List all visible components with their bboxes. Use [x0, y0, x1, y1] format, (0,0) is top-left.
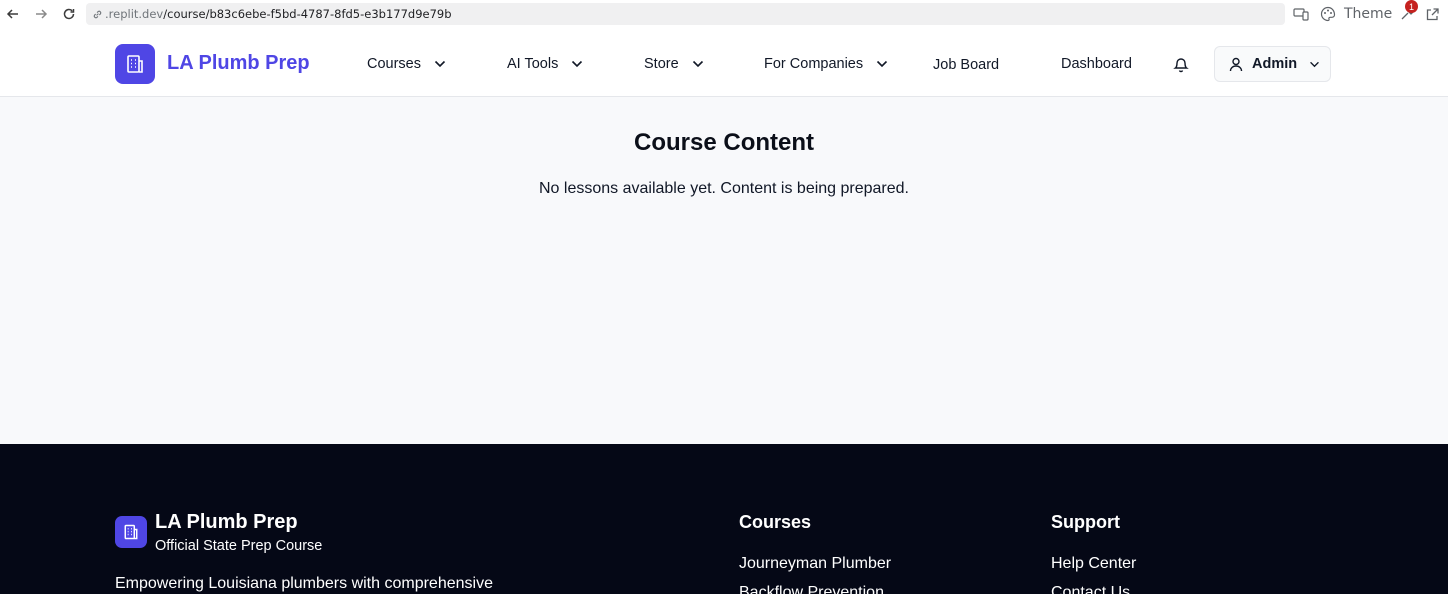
footer-brand: LA Plumb Prep [155, 511, 298, 533]
footer-link-help-center[interactable]: Help Center [1051, 555, 1136, 573]
chevron-down-icon [691, 57, 705, 71]
main-content: Course Content No lessons available yet.… [0, 97, 1448, 444]
url-host: .replit.dev [105, 7, 164, 21]
chevron-down-icon [433, 57, 447, 71]
address-bar[interactable]: .replit.dev/course/b83c6ebe-f5bd-4787-8f… [86, 3, 1285, 25]
nav-courses-label: Courses [367, 56, 421, 72]
footer-tagline: Official State Prep Course [155, 538, 323, 554]
page-title: Course Content [634, 129, 814, 156]
chevron-down-icon [570, 57, 584, 71]
logo-icon[interactable] [115, 44, 155, 84]
brand-name[interactable]: LA Plumb Prep [167, 52, 310, 75]
footer-support-heading: Support [1051, 512, 1120, 532]
site-footer: LA Plumb Prep Official State Prep Course… [0, 444, 1448, 594]
notification-count-badge: 1 [1405, 0, 1418, 13]
footer-link-journeyman[interactable]: Journeyman Plumber [739, 555, 891, 573]
theme-button[interactable]: Theme [1320, 4, 1392, 24]
nav-ai-tools[interactable]: AI Tools [507, 56, 584, 72]
footer-link-contact[interactable]: Contact Us [1051, 584, 1130, 594]
user-menu-label: Admin [1252, 56, 1298, 72]
footer-courses-heading: Courses [739, 512, 812, 532]
chevron-down-icon [875, 57, 889, 71]
nav-store-label: Store [644, 56, 679, 72]
nav-dashboard[interactable]: Dashboard [1061, 56, 1132, 72]
browser-toolbar: .replit.dev/course/b83c6ebe-f5bd-4787-8f… [0, 0, 1448, 28]
nav-for-companies-label: For Companies [764, 56, 864, 72]
url-path: /course/b83c6ebe-f5bd-4787-8fd5-e3b177d9… [163, 7, 452, 21]
nav-ai-tools-label: AI Tools [507, 56, 559, 72]
empty-state-message: No lessons available yet. Content is bei… [539, 180, 909, 197]
reload-icon[interactable] [59, 4, 79, 24]
site-header: LA Plumb Prep Courses AI Tools Store For… [0, 28, 1448, 97]
user-menu-button[interactable]: Admin [1214, 46, 1331, 82]
footer-link-backflow[interactable]: Backflow Prevention [739, 584, 884, 594]
nav-store[interactable]: Store [644, 56, 705, 72]
chevron-down-icon [1307, 57, 1321, 71]
footer-description: Empowering Louisiana plumbers with compr… [115, 575, 493, 592]
forward-icon[interactable] [31, 4, 51, 24]
user-icon [1228, 56, 1244, 72]
back-icon[interactable] [3, 4, 23, 24]
open-external-icon[interactable] [1425, 4, 1440, 24]
footer-logo-icon [115, 516, 147, 548]
nav-courses[interactable]: Courses [367, 56, 447, 72]
nav-for-companies[interactable]: For Companies [764, 56, 889, 72]
palette-icon [1320, 6, 1336, 22]
nav-job-board[interactable]: Job Board [933, 57, 999, 73]
link-icon [90, 7, 104, 21]
devices-icon[interactable] [1293, 4, 1309, 24]
theme-label: Theme [1344, 6, 1393, 22]
bell-icon[interactable] [1172, 55, 1190, 73]
